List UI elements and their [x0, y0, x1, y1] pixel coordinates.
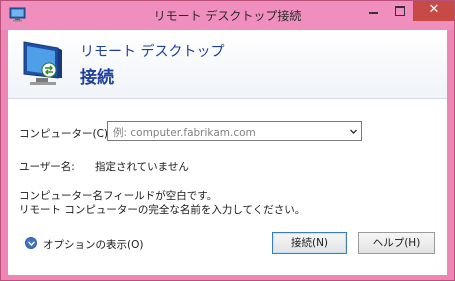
message-line-1: コンピューター名フィールドが空白です。 [19, 190, 218, 202]
help-button[interactable]: ヘルプ(H) [358, 232, 435, 254]
message-line-2: リモート コンピューターの完全な名前を入力してください。 [19, 204, 306, 216]
close-icon: ✕ [428, 2, 440, 17]
expand-options-icon[interactable] [25, 237, 37, 249]
minimize-icon [369, 12, 378, 14]
username-value: 指定されていません [95, 161, 189, 173]
banner-subtitle: 接続 [80, 68, 114, 88]
remote-desktop-monitor-icon [23, 41, 62, 85]
header-banner: リモート デスクトップ 接続 [8, 30, 447, 99]
dialog-client-area: リモート デスクトップ 接続 コンピューター(C): 例: computer.f… [8, 30, 447, 275]
minimize-button[interactable] [360, 1, 387, 21]
banner-title: リモート デスクトップ [80, 44, 225, 60]
username-label: ユーザー名: [19, 161, 75, 173]
close-button[interactable]: ✕ [413, 1, 454, 21]
maximize-icon [395, 6, 405, 16]
computer-label: コンピューター(C): [19, 128, 112, 140]
show-options-link[interactable]: オプションの表示(O) [43, 237, 143, 252]
rdp-window: リモート デスクトップ接続 ✕ リモート デスクトップ 接続 コンピューター(C… [0, 0, 455, 281]
computer-combobox-placeholder: 例: computer.fabrikam.com [113, 127, 256, 139]
computer-combobox[interactable]: 例: computer.fabrikam.com [107, 121, 362, 141]
maximize-button[interactable] [387, 1, 413, 21]
connect-button[interactable]: 接続(N) [272, 232, 347, 254]
chevron-down-icon[interactable] [350, 128, 357, 135]
title-bar[interactable]: リモート デスクトップ接続 ✕ [1, 1, 454, 30]
